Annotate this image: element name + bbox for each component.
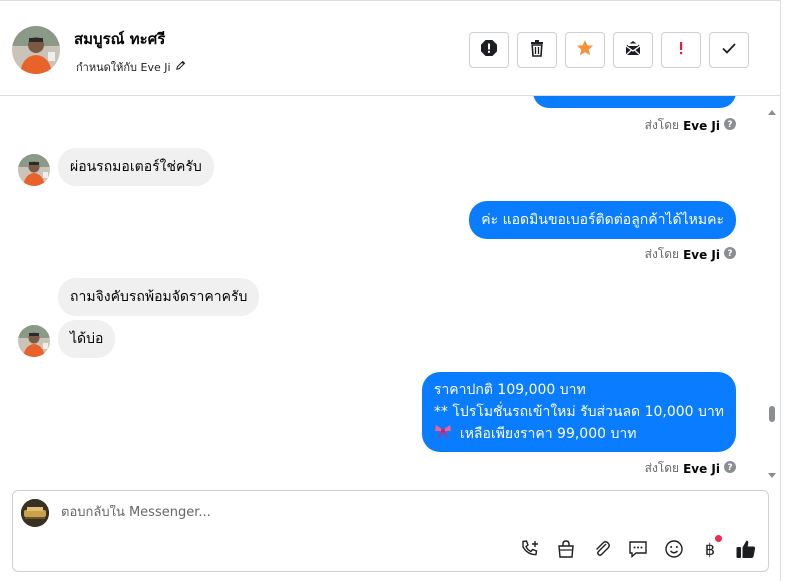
message-bubble-incoming[interactable]: ถามจิงคับรถพ้อมจัดราคาครับ	[58, 278, 260, 316]
message-line-with-emoji: เหลือเพียงราคา 99,000 บาท	[434, 423, 724, 445]
call-icon[interactable]	[518, 537, 542, 561]
sender-name: Eve Ji	[683, 461, 720, 476]
attachment-icon[interactable]	[590, 537, 614, 561]
baht-symbol: ฿	[704, 539, 716, 559]
message-bubble-incoming[interactable]: ได้บ่อ	[58, 320, 116, 358]
help-icon[interactable]: ?	[724, 118, 736, 133]
message-text: ถามจิงคับรถพ้อมจัดราคาครับ	[70, 289, 248, 305]
help-icon[interactable]: ?	[724, 247, 736, 262]
sent-by-label: ส่งโดย Eve Ji ?	[645, 459, 736, 478]
ribbon-icon	[434, 423, 452, 445]
star-button[interactable]	[565, 32, 605, 68]
svg-text:?: ?	[727, 120, 732, 130]
baht-icon[interactable]: ฿	[698, 535, 722, 561]
chat-scrollbar[interactable]	[764, 96, 780, 480]
mark-spam-button[interactable]	[469, 32, 509, 68]
spam-icon	[480, 39, 498, 61]
composer-actions: ฿	[518, 535, 758, 561]
star-icon	[576, 39, 594, 61]
contact-name[interactable]: สมบูรณ์ ทะศรี	[74, 27, 165, 51]
message-thread[interactable]: ส่งโดย Eve Ji ? ผ่อนรถมอเตอร์ใช่ครับ ค่ะ…	[0, 96, 764, 480]
sent-by-label: ส่งโดย Eve Ji ?	[645, 116, 736, 135]
contact-avatar-small[interactable]	[18, 154, 50, 186]
mark-done-button[interactable]	[709, 32, 749, 68]
like-icon[interactable]	[734, 537, 758, 561]
assign-label: กำหนดให้กับ Eve Ji	[76, 61, 171, 74]
sent-by-prefix: ส่งโดย	[644, 118, 680, 132]
message-text: ผ่อนรถมอเตอร์ใช่ครับ	[70, 159, 202, 175]
reply-composer: ฿	[12, 490, 769, 572]
alert-icon	[672, 39, 690, 61]
mail-icon	[624, 39, 642, 61]
frame-border	[780, 0, 781, 581]
assign-link[interactable]: กำหนดให้กับ Eve Ji	[76, 58, 186, 76]
message-text: ได้บ่อ	[70, 331, 104, 347]
scroll-up-arrow-icon[interactable]	[768, 100, 776, 119]
contact-avatar[interactable]	[12, 26, 60, 74]
check-icon	[720, 39, 738, 61]
saved-reply-icon[interactable]	[626, 537, 650, 561]
notification-dot	[715, 535, 722, 542]
delete-button[interactable]	[517, 32, 557, 68]
conversation-header: สมบูรณ์ ทะศรี กำหนดให้กับ Eve Ji	[0, 0, 780, 96]
shopping-bag-icon[interactable]	[554, 537, 578, 561]
message-line: ** โปรโมชั่นรถเข้าใหม่ รับส่วนลด 10,000 …	[433, 404, 724, 420]
reply-input[interactable]	[61, 505, 661, 520]
sent-by-label: ส่งโดย Eve Ji ?	[645, 245, 736, 264]
emoji-icon[interactable]	[662, 537, 686, 561]
message-line: ราคาปกติ 109,000 บาท	[433, 382, 586, 398]
sender-name: Eve Ji	[683, 247, 720, 262]
message-bubble-outgoing[interactable]: ราคาปกติ 109,000 บาท ** โปรโมชั่นรถเข้าใ…	[421, 372, 736, 452]
scroll-down-arrow-icon[interactable]	[768, 464, 776, 483]
svg-text:?: ?	[727, 249, 732, 259]
sent-by-prefix: ส่งโดย	[644, 461, 680, 475]
help-icon[interactable]: ?	[724, 461, 736, 476]
message-bubble-outgoing[interactable]	[533, 96, 736, 108]
svg-text:?: ?	[727, 463, 732, 473]
contact-avatar-small[interactable]	[18, 325, 50, 357]
mark-unread-button[interactable]	[613, 32, 653, 68]
message-text: เหลือเพียงราคา 99,000 บาท	[459, 426, 637, 442]
sender-name: Eve Ji	[683, 118, 720, 133]
scroll-thumb[interactable]	[769, 406, 775, 422]
page-avatar	[21, 499, 49, 527]
pencil-icon[interactable]	[175, 60, 186, 74]
sent-by-prefix: ส่งโดย	[644, 247, 680, 261]
message-bubble-outgoing[interactable]: ค่ะ แอดมินขอเบอร์ติดต่อลูกค้าได้ไหมคะ	[469, 201, 736, 239]
follow-up-button[interactable]	[661, 32, 701, 68]
trash-icon	[528, 39, 546, 61]
conversation-toolbar	[469, 32, 749, 68]
message-bubble-incoming[interactable]: ผ่อนรถมอเตอร์ใช่ครับ	[58, 148, 214, 186]
message-text: ค่ะ แอดมินขอเบอร์ติดต่อลูกค้าได้ไหมคะ	[481, 212, 724, 228]
